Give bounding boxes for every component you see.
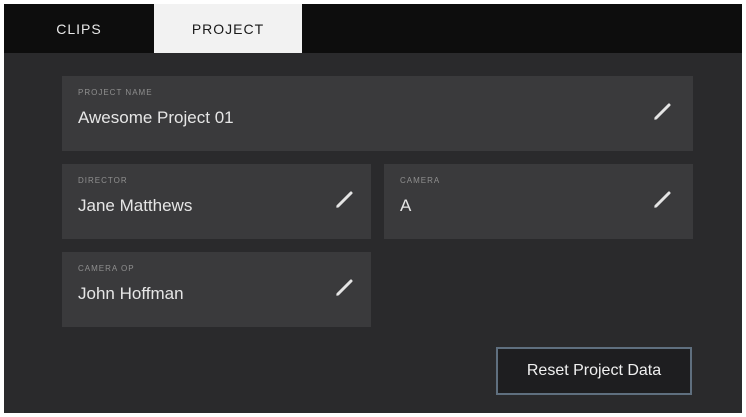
director-field[interactable]: DIRECTOR Jane Matthews: [62, 164, 371, 239]
camera-value: A: [400, 196, 412, 215]
pencil-icon[interactable]: [653, 101, 673, 121]
camera-op-label: CAMERA OP: [78, 264, 135, 273]
project-screen: CLIPS PROJECT PROJECT NAME Awesome Proje…: [4, 4, 742, 413]
camera-field[interactable]: CAMERA A: [384, 164, 693, 239]
camera-op-field[interactable]: CAMERA OP John Hoffman: [62, 252, 371, 327]
tab-project[interactable]: PROJECT: [154, 4, 302, 53]
project-name-field[interactable]: PROJECT NAME Awesome Project 01: [62, 76, 693, 151]
pencil-icon[interactable]: [335, 277, 355, 297]
camera-op-value: John Hoffman: [78, 284, 184, 303]
director-value: Jane Matthews: [78, 196, 193, 215]
project-name-value: Awesome Project 01: [78, 108, 234, 127]
camera-label: CAMERA: [400, 176, 441, 185]
reset-project-data-button[interactable]: Reset Project Data: [496, 347, 692, 395]
tab-clips[interactable]: CLIPS: [4, 4, 154, 53]
pencil-icon[interactable]: [335, 189, 355, 209]
director-label: DIRECTOR: [78, 176, 128, 185]
pencil-icon[interactable]: [653, 189, 673, 209]
project-name-label: PROJECT NAME: [78, 88, 153, 97]
tab-bar: CLIPS PROJECT: [4, 4, 742, 53]
